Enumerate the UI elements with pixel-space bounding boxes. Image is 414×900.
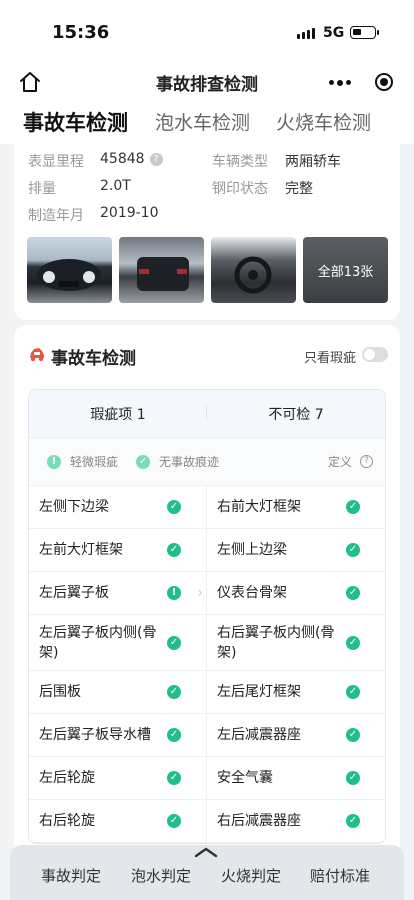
chevron-right-icon: › — [197, 585, 203, 601]
table-row: 左后翼子板导水槽 ✓ 左后减震器座 ✓ — [29, 714, 385, 757]
only-flaws-label: 只看瑕疵 — [304, 351, 357, 366]
table-cell[interactable]: 左后翼子板内侧(骨架) ✓ — [29, 615, 207, 670]
help-icon[interactable]: ? — [149, 153, 163, 166]
vehicle-info-card: 表显里程 45848? 车辆类型 两厢轿车 排量 2.0T 钢印状态 完整 制造… — [14, 144, 400, 320]
status-bar: 15:36 5G — [0, 0, 414, 64]
car-photo-rear[interactable] — [119, 237, 204, 303]
table-cell[interactable]: 左前大灯框架 ✓ — [29, 529, 207, 571]
table-cell[interactable]: 右前大灯框架 ✓ — [207, 486, 385, 528]
signal-icon — [297, 28, 315, 39]
check-icon: ✓ — [167, 685, 181, 699]
table-row: 左后轮旋 ✓ 安全气囊 ✓ — [29, 757, 385, 800]
car-photo-front[interactable] — [27, 237, 112, 303]
status-time: 15:36 — [52, 22, 110, 43]
manufacture-date-value: 2019-10 — [100, 205, 159, 221]
summary-header: 瑕疵项 1 不可检 7 — [29, 390, 385, 438]
check-icon: ✓ — [346, 728, 360, 742]
check-icon: ✓ — [346, 586, 360, 600]
table-row: 左侧下边梁 ✓ 右前大灯框架 ✓ — [29, 486, 385, 529]
table-cell-flaw[interactable]: 左后翼子板! › — [29, 572, 207, 614]
bottom-nav: 事故判定 泡水判定 火烧判定 赔付标准 — [10, 845, 404, 900]
tab-flood[interactable]: 泡水车检测 — [155, 108, 250, 135]
check-icon: ✓ — [346, 543, 360, 557]
table-cell[interactable]: 右后减震器座 ✓ — [207, 800, 385, 842]
uncheckable-count-tab[interactable]: 不可检 7 — [207, 404, 385, 424]
all-photos-button[interactable]: 全部13张 — [303, 237, 388, 303]
table-cell[interactable]: 左后尾灯框架 ✓ — [207, 671, 385, 713]
close-mini-program-icon[interactable] — [375, 73, 393, 91]
tab-fire[interactable]: 火烧车检测 — [276, 108, 371, 135]
table-cell[interactable]: 左后翼子板导水槽 ✓ — [29, 714, 207, 756]
displacement-value: 2.0T — [100, 178, 131, 194]
check-icon: ✓ — [167, 635, 181, 650]
check-icon: ✓ — [346, 685, 360, 699]
check-icon: ✓ — [167, 814, 181, 828]
bottom-nav-fire-judge[interactable]: 火烧判定 — [221, 865, 281, 886]
check-icon: ✓ — [346, 500, 360, 514]
definition-link[interactable]: 定义 — [328, 453, 352, 470]
more-icon[interactable] — [329, 79, 351, 86]
mileage-label: 表显里程 — [28, 154, 84, 170]
stamp-status-label: 钢印状态 — [212, 181, 268, 197]
car-photo-interior[interactable] — [211, 237, 296, 303]
displacement-label: 排量 — [28, 181, 56, 197]
bottom-nav-accident-judge[interactable]: 事故判定 — [41, 865, 101, 886]
flaws-count-tab[interactable]: 瑕疵项 1 — [29, 404, 207, 424]
bottom-nav-compensation[interactable]: 赔付标准 — [310, 865, 370, 886]
minor-flaw-icon: ! — [47, 454, 61, 469]
check-icon: ✓ — [346, 814, 360, 828]
check-icon: ✓ — [167, 728, 181, 742]
table-cell[interactable]: 右后轮旋 ✓ — [29, 800, 207, 842]
table-row: 左前大灯框架 ✓ 左侧上边梁 ✓ — [29, 529, 385, 572]
check-icon: ✓ — [346, 635, 360, 650]
manufacture-date-label: 制造年月 — [28, 208, 84, 224]
stamp-status-value: 完整 — [285, 181, 313, 197]
table-cell[interactable]: 左侧上边梁 ✓ — [207, 529, 385, 571]
table-row: 右后轮旋 ✓ 右后减震器座 ✓ — [29, 800, 385, 843]
minor-flaw-icon: ! — [167, 586, 181, 600]
vehicle-type-label: 车辆类型 — [212, 154, 268, 170]
nav-bar: 事故排查检测 — [0, 64, 414, 102]
table-cell[interactable]: 仪表台骨架 ✓ — [207, 572, 385, 614]
bottom-nav-flood-judge[interactable]: 泡水判定 — [131, 865, 191, 886]
legend-none-label: 无事故痕迹 — [159, 455, 220, 469]
table-row: 后围板 ✓ 左后尾灯框架 ✓ — [29, 671, 385, 714]
chevron-up-icon[interactable] — [194, 846, 218, 858]
check-icon: ✓ — [167, 543, 181, 557]
check-icon: ✓ — [167, 500, 181, 514]
table-cell[interactable]: 后围板 ✓ — [29, 671, 207, 713]
detection-table: 瑕疵项 1 不可检 7 ! 轻微瑕疵 ✓ 无事故痕迹 定义 ? 左侧下边梁 ✓ 右… — [28, 389, 386, 844]
car-accident-icon — [30, 348, 44, 362]
all-photos-label: 全部13张 — [317, 264, 374, 280]
battery-icon — [350, 26, 379, 39]
network-type: 5G — [323, 25, 345, 41]
legend-row: ! 轻微瑕疵 ✓ 无事故痕迹 定义 ? — [29, 438, 385, 486]
table-cell[interactable]: 安全气囊 ✓ — [207, 757, 385, 799]
section-title: 事故车检测 — [51, 349, 136, 369]
check-icon: ✓ — [346, 771, 360, 785]
tab-accident[interactable]: 事故车检测 — [23, 107, 128, 137]
help-icon[interactable]: ? — [360, 455, 373, 468]
table-cell[interactable]: 右后翼子板内侧(骨架) ✓ — [207, 615, 385, 670]
only-flaws-toggle[interactable] — [362, 347, 388, 362]
mileage-value: 45848? — [100, 151, 163, 167]
vehicle-type-value: 两厢轿车 — [285, 154, 341, 170]
check-icon: ✓ — [167, 771, 181, 785]
table-row: 左后翼子板! › 仪表台骨架 ✓ — [29, 572, 385, 615]
table-cell[interactable]: 左侧下边梁 ✓ — [29, 486, 207, 528]
table-row: 左后翼子板内侧(骨架) ✓ 右后翼子板内侧(骨架) ✓ — [29, 615, 385, 671]
check-icon: ✓ — [136, 454, 151, 469]
mini-program-capsule — [317, 66, 403, 98]
table-cell[interactable]: 左后轮旋 ✓ — [29, 757, 207, 799]
accident-detection-card: 事故车检测 只看瑕疵 瑕疵项 1 不可检 7 ! 轻微瑕疵 ✓ 无事故痕迹 定义… — [14, 325, 400, 900]
table-cell[interactable]: 左后减震器座 ✓ — [207, 714, 385, 756]
legend-minor-label: 轻微瑕疵 — [70, 455, 119, 469]
tab-bar: 事故车检测 泡水车检测 火烧车检测 — [0, 102, 414, 144]
